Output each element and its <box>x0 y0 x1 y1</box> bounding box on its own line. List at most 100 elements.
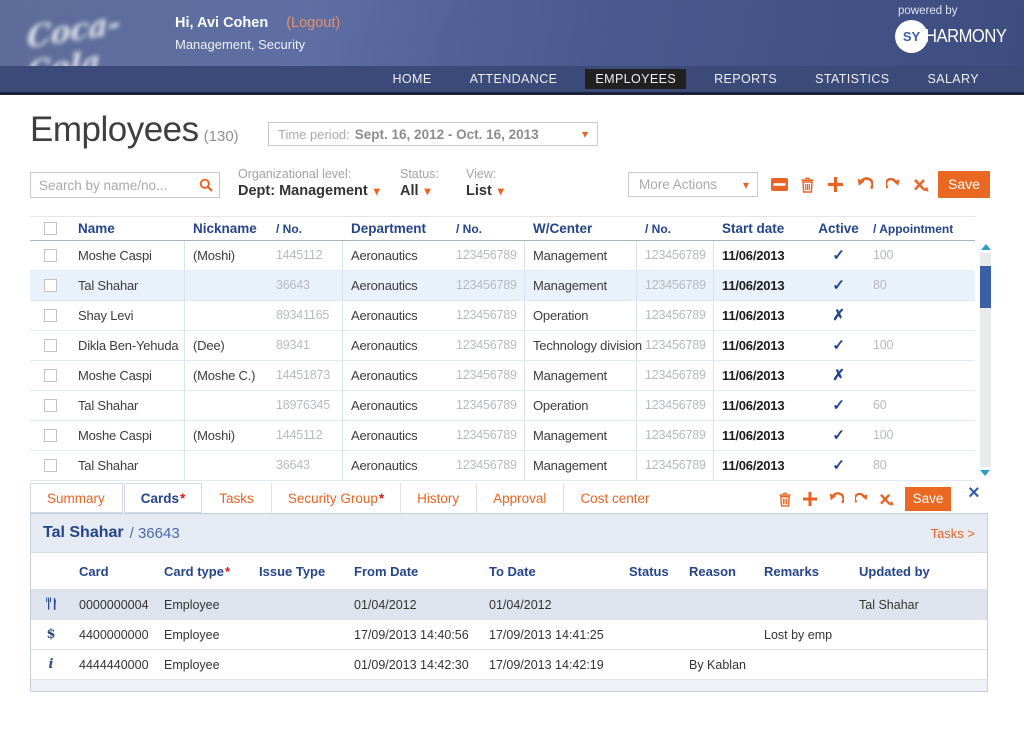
employee-row[interactable]: Tal Shahar 36643 Aeronautics 123456789 M… <box>30 451 975 481</box>
status-dropdown[interactable]: All <box>400 183 439 199</box>
detail-tab[interactable]: History <box>400 483 476 513</box>
tasks-link[interactable]: Tasks > <box>931 526 975 541</box>
more-actions-dropdown[interactable]: More Actions <box>628 172 758 197</box>
column-header[interactable]: / No. <box>637 222 714 236</box>
scrollbar-thumb[interactable] <box>980 266 991 308</box>
scrollbar-track[interactable] <box>980 253 991 467</box>
detail-tab[interactable]: Cost center <box>563 483 666 513</box>
select-all-checkbox[interactable] <box>44 222 57 235</box>
column-header[interactable]: To Date <box>481 564 621 579</box>
active-status-icon: ✗ <box>812 361 865 390</box>
scroll-up-icon[interactable] <box>981 244 991 250</box>
appointment-pct <box>865 361 975 390</box>
start-date: 11/06/2013 <box>714 451 812 480</box>
export-excel-icon[interactable] <box>879 493 894 506</box>
department-no: 123456789 <box>448 271 525 300</box>
nav-item[interactable]: EMPLOYEES <box>585 69 686 89</box>
card-remarks: Lost by emp <box>756 628 851 642</box>
column-header[interactable]: Department <box>343 221 448 236</box>
employee-department: Aeronautics <box>343 331 448 360</box>
start-date: 11/06/2013 <box>714 391 812 420</box>
column-header[interactable]: / No. <box>448 222 525 236</box>
card-icon[interactable] <box>771 178 788 191</box>
column-header[interactable]: Reason <box>681 564 756 579</box>
save-button[interactable]: Save <box>938 171 990 198</box>
nav-item[interactable]: ATTENDANCE <box>451 69 577 89</box>
row-checkbox[interactable] <box>44 309 57 322</box>
row-checkbox[interactable] <box>44 459 57 472</box>
column-header[interactable]: Status <box>621 564 681 579</box>
panel-save-button[interactable]: Save <box>905 487 951 511</box>
nav-item[interactable]: SALARY <box>908 69 998 89</box>
sy-harmony-logo: SY HARMONY <box>895 20 1014 53</box>
column-header[interactable]: Issue Type <box>251 564 346 579</box>
row-checkbox[interactable] <box>44 339 57 352</box>
required-asterisk: * <box>379 491 384 506</box>
employee-row[interactable]: Moshe Caspi (Moshe C.) 14451873 Aeronaut… <box>30 361 975 391</box>
employee-row[interactable]: Tal Shahar 18976345 Aeronautics 12345678… <box>30 391 975 421</box>
card-row[interactable]: $ 4400000000 Employee 17/09/2013 14:40:5… <box>31 620 987 650</box>
search-input[interactable] <box>30 172 220 198</box>
column-header[interactable]: Active <box>812 221 865 236</box>
column-header[interactable]: Nickname <box>185 221 268 236</box>
row-checkbox[interactable] <box>44 429 57 442</box>
appointment-pct: 100 <box>865 241 975 270</box>
column-header[interactable]: / Appointment <box>865 222 975 236</box>
detail-tab[interactable]: Tasks <box>203 483 271 513</box>
start-date: 11/06/2013 <box>714 421 812 450</box>
delete-trash-icon[interactable] <box>801 177 814 193</box>
view-dropdown[interactable]: List <box>466 183 504 199</box>
column-header[interactable]: Card type* <box>156 564 251 579</box>
redo-icon[interactable] <box>886 178 900 191</box>
add-plus-icon[interactable] <box>802 491 818 507</box>
add-plus-icon[interactable] <box>827 176 844 193</box>
undo-icon[interactable] <box>857 177 873 192</box>
employee-row[interactable]: Dikla Ben-Yehuda (Dee) 89341 Aeronautics… <box>30 331 975 361</box>
column-header[interactable]: Card <box>71 564 156 579</box>
employee-department: Aeronautics <box>343 361 448 390</box>
export-excel-icon[interactable] <box>913 178 929 192</box>
scroll-down-icon[interactable] <box>980 470 990 476</box>
nav-item[interactable]: STATISTICS <box>796 69 908 89</box>
row-checkbox[interactable] <box>44 249 57 262</box>
detail-tab[interactable]: Approval <box>476 483 563 513</box>
nav-item[interactable]: REPORTS <box>695 69 796 89</box>
org-level-dropdown[interactable]: Dept: Management <box>238 183 380 199</box>
main-nav: HOME ATTENDANCE EMPLOYEES REPORTS STATIS… <box>0 66 1024 92</box>
column-header[interactable]: Name <box>70 221 185 236</box>
to-date: 01/04/2012 <box>481 598 621 612</box>
column-header[interactable]: Remarks <box>756 564 851 579</box>
logout-link[interactable]: (Logout) <box>286 15 340 31</box>
table-scrollbar[interactable] <box>979 244 992 476</box>
employee-row[interactable]: Shay Levi 89341165 Aeronautics 123456789… <box>30 301 975 331</box>
row-checkbox[interactable] <box>44 399 57 412</box>
delete-trash-icon[interactable] <box>779 492 791 507</box>
close-panel-icon[interactable] <box>968 482 980 505</box>
row-checkbox[interactable] <box>44 369 57 382</box>
column-header[interactable]: Start date <box>714 221 812 236</box>
card-row[interactable]: i 4444440000 Employee 01/09/2013 14:42:3… <box>31 650 987 680</box>
column-header[interactable]: / No. <box>268 222 343 236</box>
row-checkbox[interactable] <box>44 279 57 292</box>
employee-row[interactable]: Tal Shahar 36643 Aeronautics 123456789 M… <box>30 271 975 301</box>
detail-tab[interactable]: Summary <box>30 483 123 513</box>
active-status-icon: ✓ <box>812 331 865 360</box>
redo-icon[interactable] <box>855 493 868 505</box>
nav-item[interactable]: HOME <box>373 69 450 89</box>
card-row[interactable]: 0000000004 Employee 01/04/2012 01/04/201… <box>31 590 987 620</box>
detail-tab[interactable]: Security Group* <box>271 483 400 513</box>
undo-icon[interactable] <box>829 492 844 506</box>
column-header[interactable]: From Date <box>346 564 481 579</box>
employee-nickname: (Moshi) <box>185 421 268 450</box>
detail-tab[interactable]: Cards* <box>124 483 203 513</box>
column-header[interactable]: W/Center <box>525 221 637 236</box>
department-no: 123456789 <box>448 421 525 450</box>
column-header[interactable]: Updated by <box>851 564 987 579</box>
employee-no: 36643 <box>268 271 343 300</box>
selected-employee-no: / 36643 <box>130 525 180 542</box>
employee-row[interactable]: Moshe Caspi (Moshi) 1445112 Aeronautics … <box>30 421 975 451</box>
search-icon[interactable] <box>199 178 213 197</box>
employee-row[interactable]: Moshe Caspi (Moshi) 1445112 Aeronautics … <box>30 241 975 271</box>
view-label: View: <box>466 167 504 181</box>
time-period-dropdown[interactable]: Time period: Sept. 16, 2012 - Oct. 16, 2… <box>268 122 598 146</box>
